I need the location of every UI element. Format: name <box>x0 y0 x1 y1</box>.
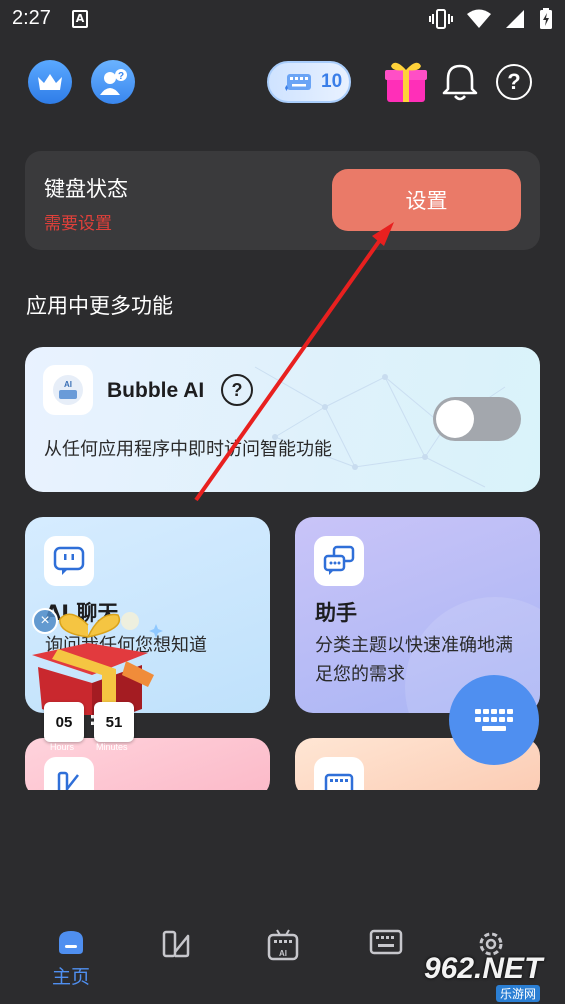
nav-home-label: 主页 <box>51 966 90 988</box>
ai-credits-pill[interactable]: 10 <box>267 61 351 103</box>
timer-hours: 05 <box>44 702 84 742</box>
bell-icon <box>442 64 478 101</box>
bubble-ai-description: 从任何应用程序中即时访问智能功能 <box>44 439 332 460</box>
gift-button[interactable] <box>383 58 429 104</box>
svg-text:AI: AI <box>279 949 287 958</box>
bubble-ai-help-icon[interactable]: ? <box>221 374 253 406</box>
bubble-ai-card[interactable]: AI Bubble AI ? 从任何应用程序中即时访问智能功能 <box>25 347 540 492</box>
keyboard-status-title: 键盘状态 <box>44 177 128 201</box>
credits-count: 10 <box>321 71 343 92</box>
nav-themes[interactable] <box>146 928 206 960</box>
content-scroll-mask <box>0 790 565 910</box>
svg-text:?: ? <box>118 71 124 82</box>
crown-icon <box>38 74 62 90</box>
user-help-button[interactable]: ? <box>91 60 135 104</box>
bubble-ai-name: Bubble AI <box>107 379 205 402</box>
svg-text:AI: AI <box>64 380 72 389</box>
signal-icon <box>506 10 524 28</box>
keyboard-sparkle-icon <box>285 74 311 91</box>
keyboard-icon <box>475 709 513 731</box>
status-bar: 2:27 A <box>0 0 565 40</box>
timer-minutes-label: Minutes <box>96 742 128 752</box>
bubble-ai-toggle[interactable] <box>433 397 521 441</box>
chat-bubbles-icon <box>323 545 355 575</box>
top-bar: ? 10 ? <box>0 56 565 108</box>
home-icon <box>59 931 83 954</box>
gift-promo-overlay[interactable]: × 05 : 51 Hours Minutes <box>30 605 170 755</box>
nav-ai-keyboard[interactable]: AI <box>253 928 313 962</box>
help-icon[interactable]: ? <box>496 64 532 100</box>
floating-keyboard-button[interactable] <box>449 675 539 765</box>
site-watermark: 962.NET 乐游网 <box>424 952 560 1002</box>
nav-home[interactable]: 主页 <box>41 928 101 989</box>
close-icon[interactable]: × <box>32 608 58 634</box>
watermark-subtitle: 乐游网 <box>496 985 541 1002</box>
wifi-icon <box>467 9 491 28</box>
section-title: 应用中更多功能 <box>26 294 173 318</box>
vip-crown-button[interactable] <box>28 60 72 104</box>
nav-keyboard[interactable] <box>356 928 416 956</box>
vibrate-icon <box>429 9 453 29</box>
notifications-button[interactable] <box>441 62 479 102</box>
chat-bot-icon <box>53 546 85 575</box>
status-time: 2:27 <box>12 7 51 29</box>
keyboard-status-card: 键盘状态 需要设置 设置 <box>25 151 540 250</box>
assistant-app-icon <box>314 536 364 586</box>
keyboard-status-text: 需要设置 <box>44 214 112 234</box>
theme-brush-icon <box>162 930 190 958</box>
timer-minutes: 51 <box>94 702 134 742</box>
battery-icon <box>540 8 552 29</box>
notification-icon: A <box>72 10 88 28</box>
user-question-icon: ? <box>100 69 127 95</box>
ai-keyboard-icon: AI <box>53 375 83 405</box>
ai-keyboard-icon: AI <box>267 929 299 961</box>
assistant-title: 助手 <box>315 601 357 625</box>
gift-icon <box>385 62 427 102</box>
watermark-brand: 962.NET <box>424 952 543 985</box>
chat-app-icon <box>44 536 94 586</box>
setup-button[interactable]: 设置 <box>332 169 521 231</box>
toggle-knob <box>436 400 474 438</box>
status-icons <box>429 8 553 30</box>
keyboard-icon <box>369 929 403 955</box>
timer-hours-label: Hours <box>50 742 75 752</box>
bubble-ai-app-icon: AI <box>43 365 93 415</box>
